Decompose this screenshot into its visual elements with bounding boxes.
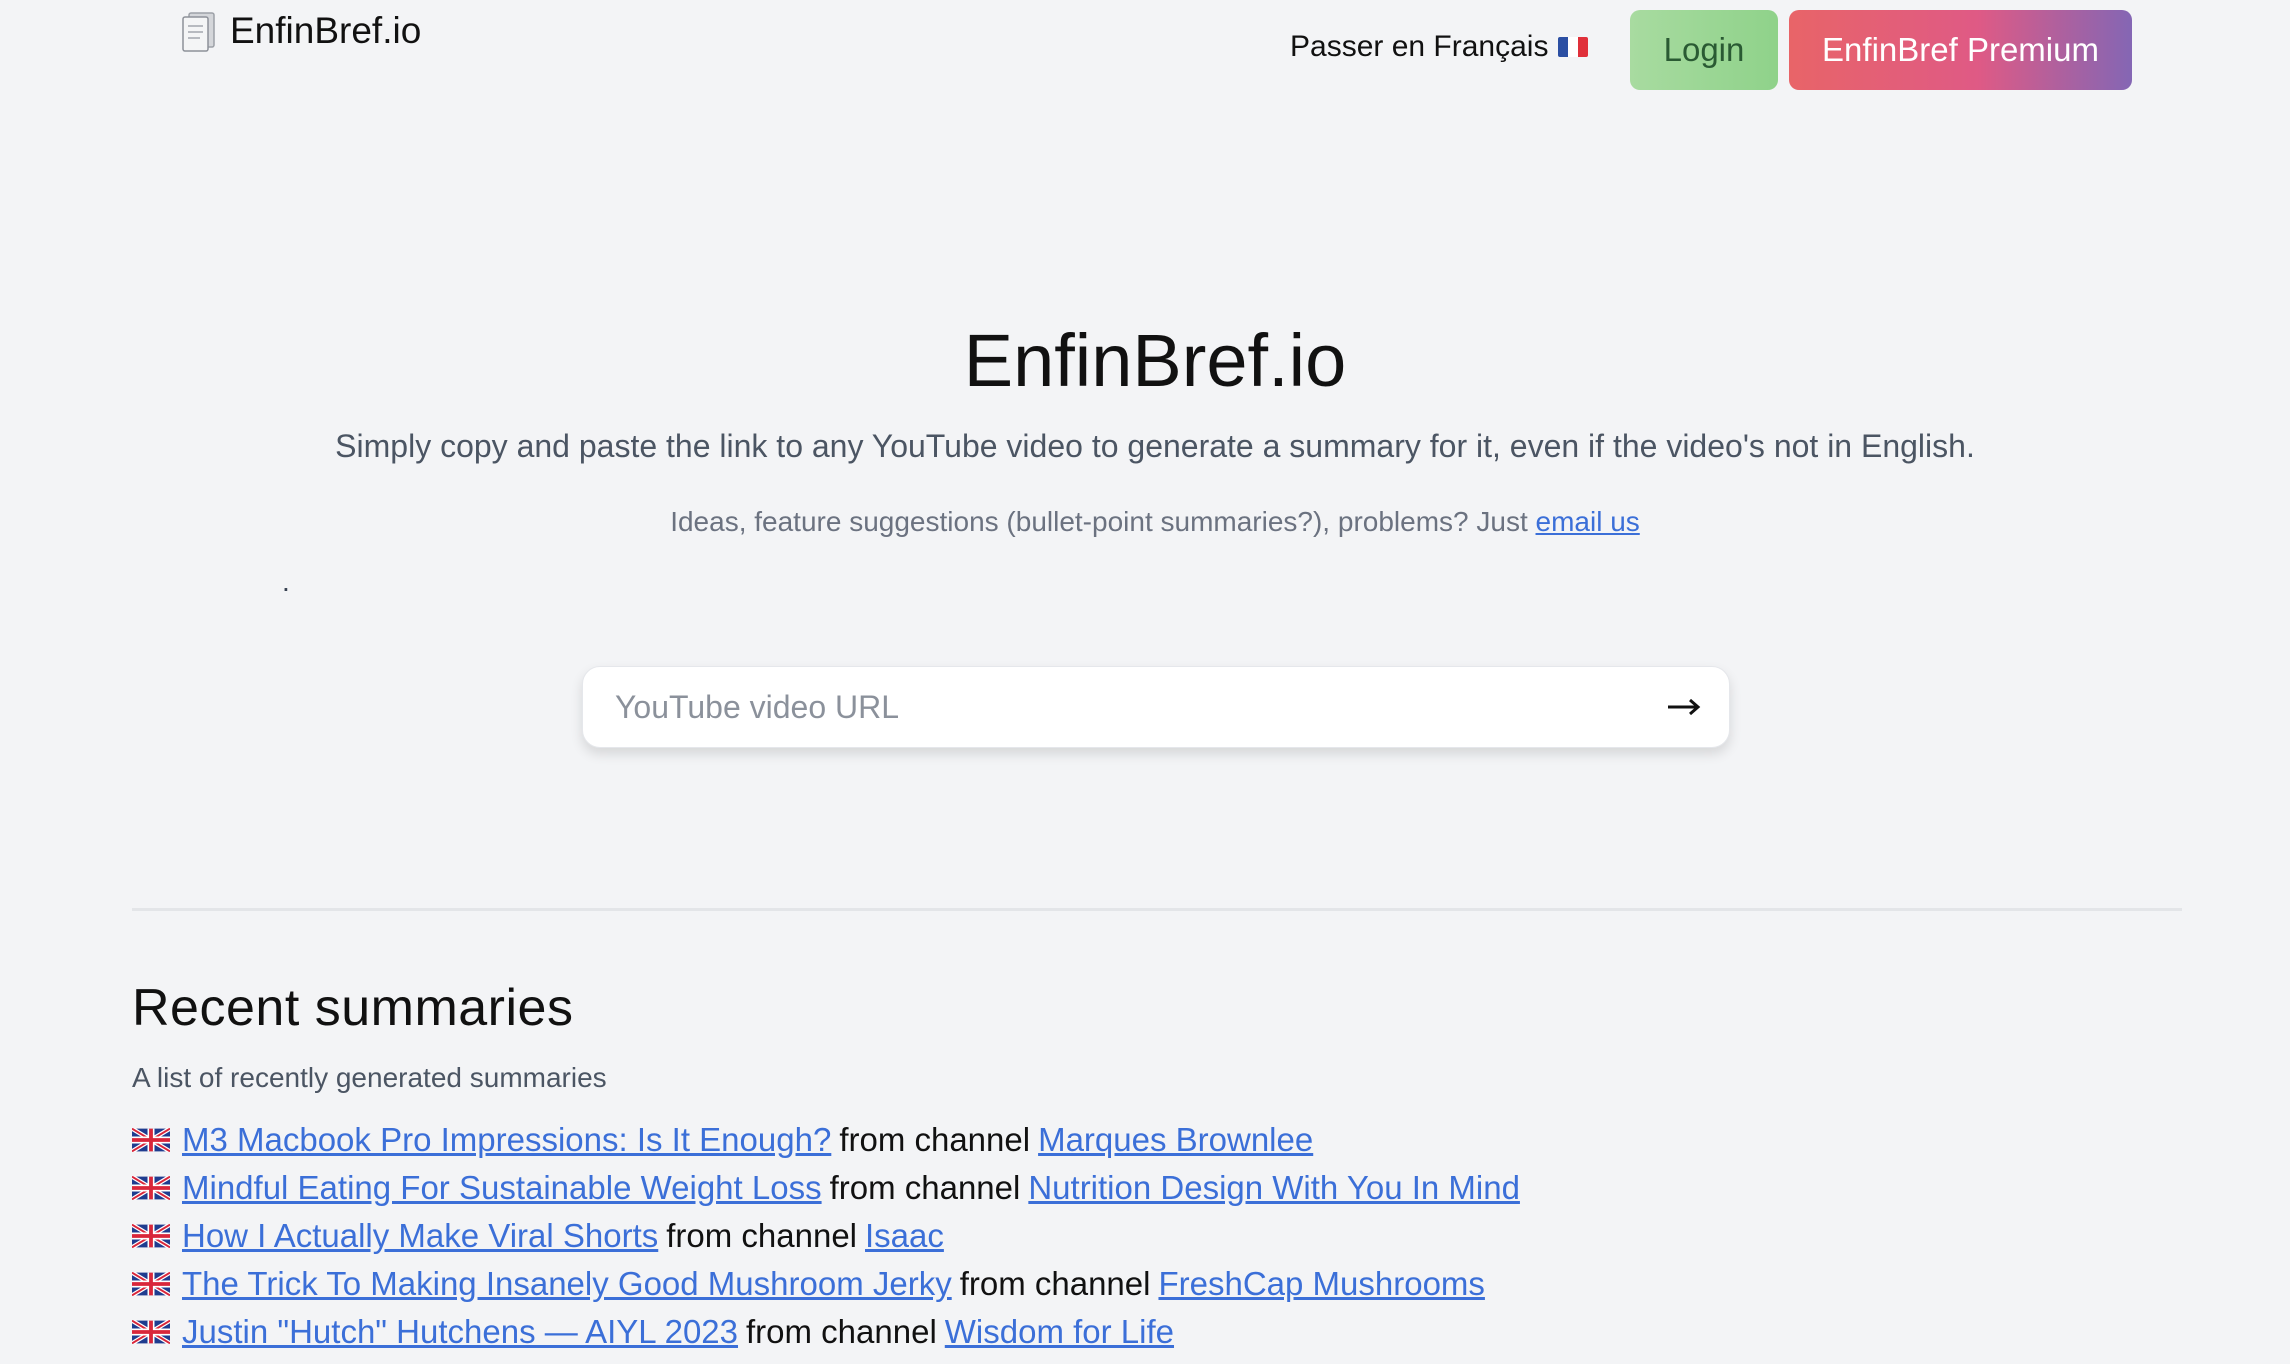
youtube-url-input[interactable]: [583, 667, 1639, 747]
channel-link[interactable]: Nutrition Design With You In Mind: [1028, 1169, 1520, 1207]
language-switch-link[interactable]: Passer en Français: [1290, 30, 1589, 64]
hero-subtitle: Simply copy and paste the link to any Yo…: [335, 428, 1975, 464]
list-item: How I Actually Make Viral Shorts from ch…: [132, 1212, 1520, 1260]
list-item: The Trick To Making Insanely Good Mushro…: [132, 1260, 1520, 1308]
login-button[interactable]: Login: [1630, 10, 1778, 90]
channel-link[interactable]: FreshCap Mushrooms: [1158, 1265, 1484, 1303]
video-link[interactable]: Justin "Hutch" Hutchens — AIYL 2023: [182, 1313, 738, 1351]
list-item: Mindful Eating For Sustainable Weight Lo…: [132, 1164, 1520, 1212]
recent-summaries-description: A list of recently generated summaries: [132, 1062, 607, 1093]
uk-flag-icon: [132, 1128, 170, 1152]
connector-text: from channel: [666, 1217, 858, 1254]
brand-name: EnfinBref.io: [230, 10, 422, 51]
brand-link[interactable]: EnfinBref.io: [180, 10, 421, 52]
arrow-right-icon[interactable]: [1639, 667, 1729, 747]
connector-text: from channel: [839, 1121, 1031, 1158]
page-icon: [180, 10, 218, 52]
uk-flag-icon: [132, 1176, 170, 1200]
recent-summaries-list: M3 Macbook Pro Impressions: Is It Enough…: [132, 1116, 1520, 1356]
connector-text: from channel: [746, 1313, 937, 1350]
language-switch-label: Passer en Français: [1290, 30, 1549, 63]
video-link[interactable]: M3 Macbook Pro Impressions: Is It Enough…: [182, 1121, 831, 1159]
connector-text: from channel: [959, 1265, 1151, 1302]
channel-link[interactable]: Marques Brownlee: [1038, 1121, 1313, 1159]
hero-note-text: Ideas, feature suggestions (bullet-point…: [670, 506, 1536, 537]
channel-link[interactable]: Wisdom for Life: [945, 1313, 1174, 1351]
stray-dot: .: [282, 566, 290, 597]
fr-flag-icon: [1558, 37, 1589, 57]
premium-button[interactable]: EnfinBref Premium: [1789, 10, 2132, 90]
uk-flag-icon: [132, 1320, 170, 1344]
video-link[interactable]: How I Actually Make Viral Shorts: [182, 1217, 658, 1255]
uk-flag-icon: [132, 1272, 170, 1296]
list-item: Justin "Hutch" Hutchens — AIYL 2023 from…: [132, 1308, 1520, 1356]
email-us-link[interactable]: email us: [1536, 506, 1640, 537]
search-box: [582, 666, 1730, 748]
video-link[interactable]: The Trick To Making Insanely Good Mushro…: [182, 1265, 952, 1303]
section-divider: [132, 908, 2182, 911]
connector-text: from channel: [829, 1169, 1021, 1206]
recent-summaries-title: Recent summaries: [132, 979, 574, 1037]
list-item: M3 Macbook Pro Impressions: Is It Enough…: [132, 1116, 1520, 1164]
page: EnfinBref.io Passer en Français Login En…: [0, 0, 2290, 1364]
hero-note: Ideas, feature suggestions (bullet-point…: [0, 506, 2290, 538]
hero-title: EnfinBref.io: [963, 319, 1347, 402]
channel-link[interactable]: Isaac: [865, 1217, 944, 1255]
uk-flag-icon: [132, 1224, 170, 1248]
video-link[interactable]: Mindful Eating For Sustainable Weight Lo…: [182, 1169, 822, 1207]
